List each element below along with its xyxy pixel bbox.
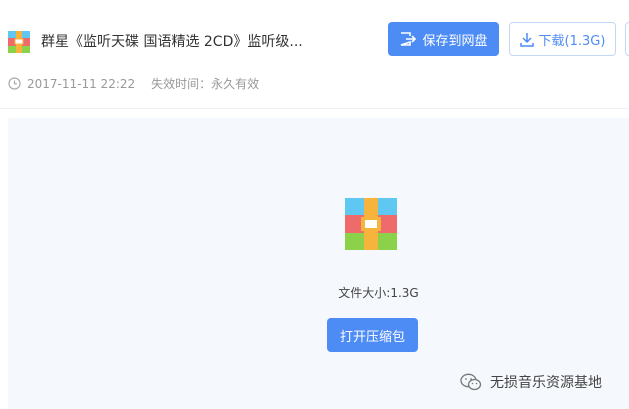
more-button-edge[interactable] bbox=[625, 22, 629, 56]
file-meta: 2017-11-11 22:22 失效时间： 永久有效 bbox=[8, 75, 259, 92]
download-button-label: 下载(1.3G) bbox=[538, 33, 606, 49]
watermark: 无损音乐资源基地 bbox=[460, 372, 602, 392]
expire-label: 失效时间： bbox=[151, 77, 212, 91]
wechat-icon bbox=[460, 373, 482, 391]
save-icon bbox=[401, 32, 417, 46]
zip-file-icon bbox=[8, 31, 30, 53]
save-to-netdisk-button[interactable]: 保存到网盘 bbox=[388, 22, 499, 56]
watermark-text: 无损音乐资源基地 bbox=[490, 375, 602, 391]
archive-preview: 文件大小:1.3G 打开压缩包 无损音乐资源基地 bbox=[8, 118, 629, 409]
share-date: 2017-11-11 22:22 bbox=[27, 76, 136, 91]
download-button[interactable]: 下载(1.3G) bbox=[509, 22, 616, 56]
clock-icon bbox=[8, 77, 21, 90]
open-archive-button[interactable]: 打开压缩包 bbox=[327, 318, 418, 352]
file-title: 群星《监听天碟 国语精选 2CD》监听级... bbox=[41, 34, 303, 50]
file-header: 群星《监听天碟 国语精选 2CD》监听级... 2017-11-11 22:22… bbox=[0, 0, 629, 109]
file-size: 文件大小:1.3G bbox=[338, 286, 419, 300]
download-icon bbox=[519, 32, 534, 47]
zip-archive-icon bbox=[345, 198, 397, 250]
expire-value: 永久有效 bbox=[211, 77, 260, 91]
save-button-label: 保存到网盘 bbox=[422, 33, 488, 49]
